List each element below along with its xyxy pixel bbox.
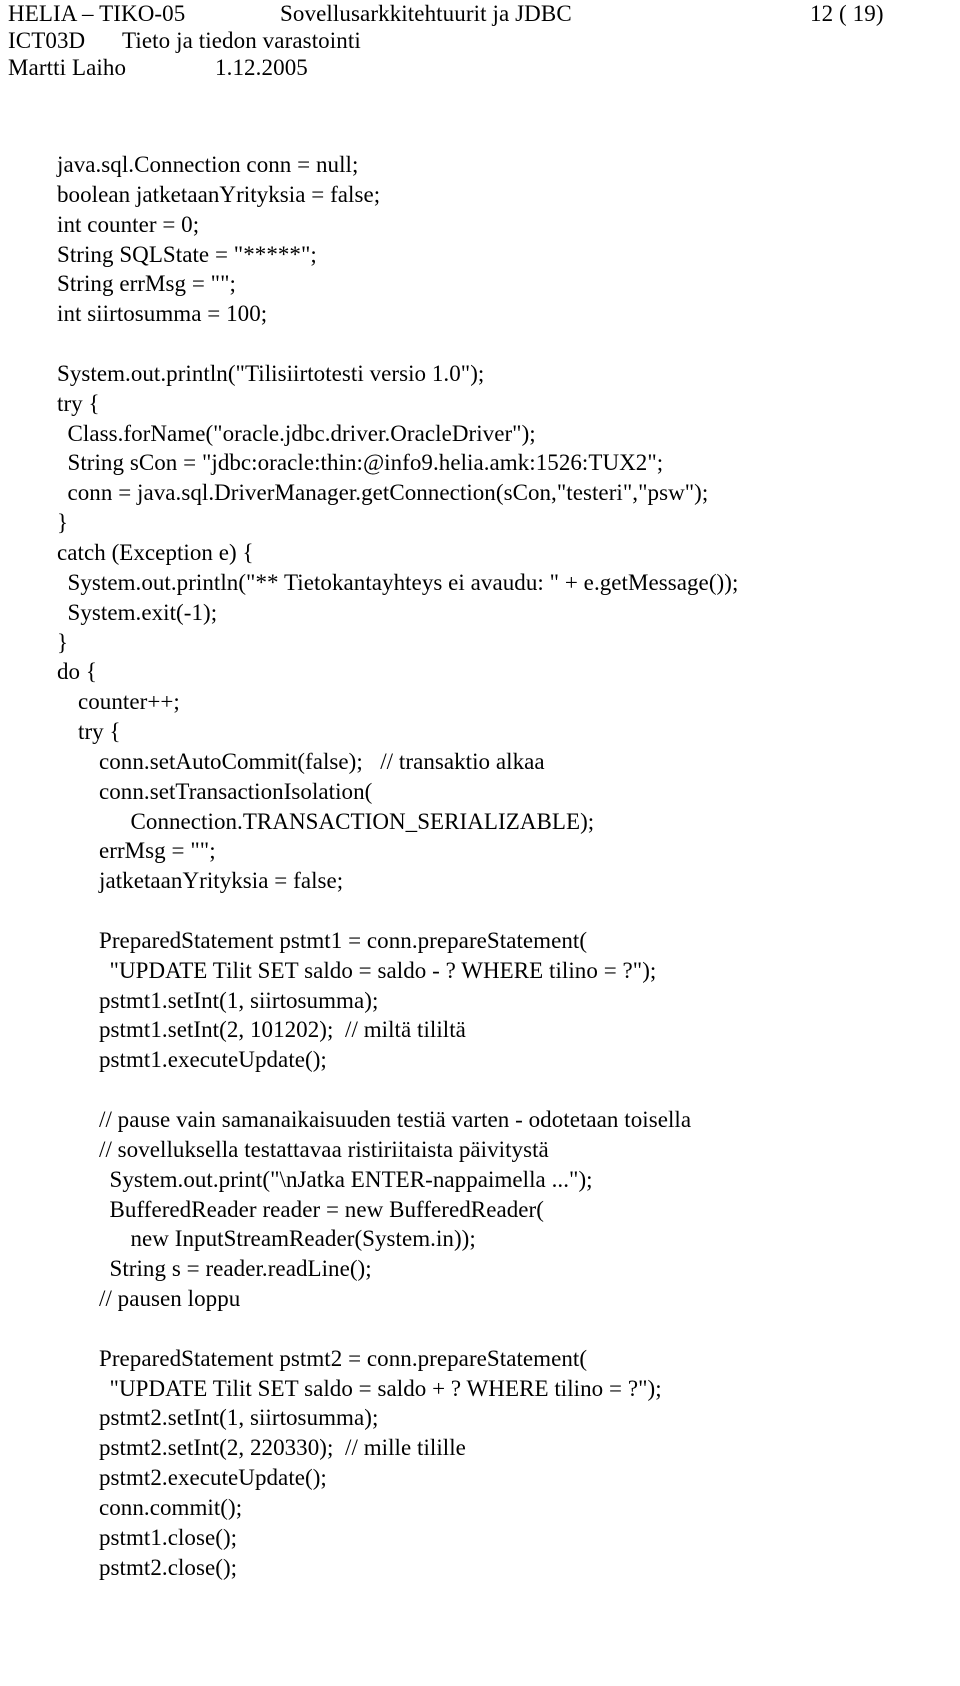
code-line: "UPDATE Tilit SET saldo = saldo - ? WHER… (109, 957, 657, 983)
code-line: Class.forName("oracle.jdbc.driver.Oracle… (67, 420, 536, 446)
code-line: Connection.TRANSACTION_SERIALIZABLE); (130, 808, 595, 834)
document-date: 1.12.2005 (215, 55, 308, 80)
code-line: conn.setTransactionIsolation( (99, 778, 373, 804)
code-line: counter++; (78, 689, 180, 715)
code-line: // pausen loppu (99, 1286, 241, 1312)
header-row-3: Martti Laiho 1.12.2005 (0, 54, 960, 81)
code-line: System.out.println("** Tietokantayhteys … (67, 569, 739, 595)
code-line: pstmt1.executeUpdate(); (99, 1047, 327, 1073)
code-line: pstmt2.close(); (99, 1554, 238, 1580)
code-line: PreparedStatement pstmt1 = conn.prepareS… (99, 927, 588, 953)
code-line: new InputStreamReader(System.in)); (130, 1226, 476, 1252)
code-line: pstmt2.setInt(1, siirtosumma); (99, 1405, 379, 1431)
document-page: HELIA – TIKO-05 Sovellusarkkitehtuurit j… (0, 0, 960, 1686)
code-line: PreparedStatement pstmt2 = conn.prepareS… (99, 1345, 588, 1371)
code-line: int counter = 0; (57, 211, 200, 237)
author-name: Martti Laiho (8, 55, 127, 80)
code-line: String errMsg = ""; (57, 271, 236, 297)
code-line: // pause vain samanaikaisuuden testiä va… (99, 1107, 692, 1132)
page-header: HELIA – TIKO-05 Sovellusarkkitehtuurit j… (0, 0, 960, 81)
code-line: BufferedReader reader = new BufferedRead… (109, 1196, 544, 1222)
code-line: try { (78, 719, 121, 745)
code-line: String s = reader.readLine(); (109, 1256, 372, 1282)
course-code: HELIA – TIKO-05 (8, 1, 186, 26)
code-line: jatketaanYrityksia = false; (99, 868, 344, 894)
code-line: pstmt1.setInt(2, 101202); // miltä tilil… (99, 1017, 466, 1043)
code-line: int siirtosumma = 100; (57, 301, 268, 327)
code-line: java.sql.Connection conn = null; (57, 152, 359, 177)
code-line: try { (57, 390, 100, 416)
code-line: String SQLState = "*****"; (57, 241, 317, 267)
code-line: } (57, 510, 69, 536)
code-line: System.out.println("Tilisiirtotesti vers… (57, 360, 485, 386)
module-code: ICT03D (8, 28, 86, 53)
module-title: Tieto ja tiedon varastointi (122, 28, 361, 53)
page-number: 12 ( 19) (810, 1, 884, 26)
code-line: do { (57, 659, 97, 685)
code-line: } (57, 629, 69, 655)
code-line: String sCon = "jdbc:oracle:thin:@info9.h… (67, 450, 664, 476)
code-line: conn.commit(); (99, 1494, 243, 1520)
code-line: conn.setAutoCommit(false); // transaktio… (99, 748, 545, 774)
code-line: boolean jatketaanYrityksia = false; (57, 181, 381, 207)
code-line: catch (Exception e) { (57, 539, 254, 565)
code-listing: java.sql.Connection conn = null; boolean … (0, 150, 960, 1583)
code-line: pstmt1.setInt(1, siirtosumma); (99, 987, 379, 1013)
header-row-2: ICT03D Tieto ja tiedon varastointi (0, 27, 960, 54)
code-line: "UPDATE Tilit SET saldo = saldo + ? WHER… (109, 1375, 662, 1401)
code-line: errMsg = ""; (99, 838, 216, 864)
code-line: conn = java.sql.DriverManager.getConnect… (67, 480, 709, 506)
code-line: // sovelluksella testattavaa ristiriitai… (99, 1136, 549, 1162)
code-line: pstmt2.setInt(2, 220330); // mille tilil… (99, 1435, 466, 1461)
header-row-1: HELIA – TIKO-05 Sovellusarkkitehtuurit j… (0, 0, 960, 27)
code-line: System.exit(-1); (67, 599, 218, 625)
code-line: pstmt2.executeUpdate(); (99, 1465, 327, 1491)
code-line: pstmt1.close(); (99, 1524, 238, 1550)
course-title: Sovellusarkkitehtuurit ja JDBC (280, 1, 572, 26)
code-line: System.out.print("\nJatka ENTER-nappaime… (109, 1166, 593, 1192)
